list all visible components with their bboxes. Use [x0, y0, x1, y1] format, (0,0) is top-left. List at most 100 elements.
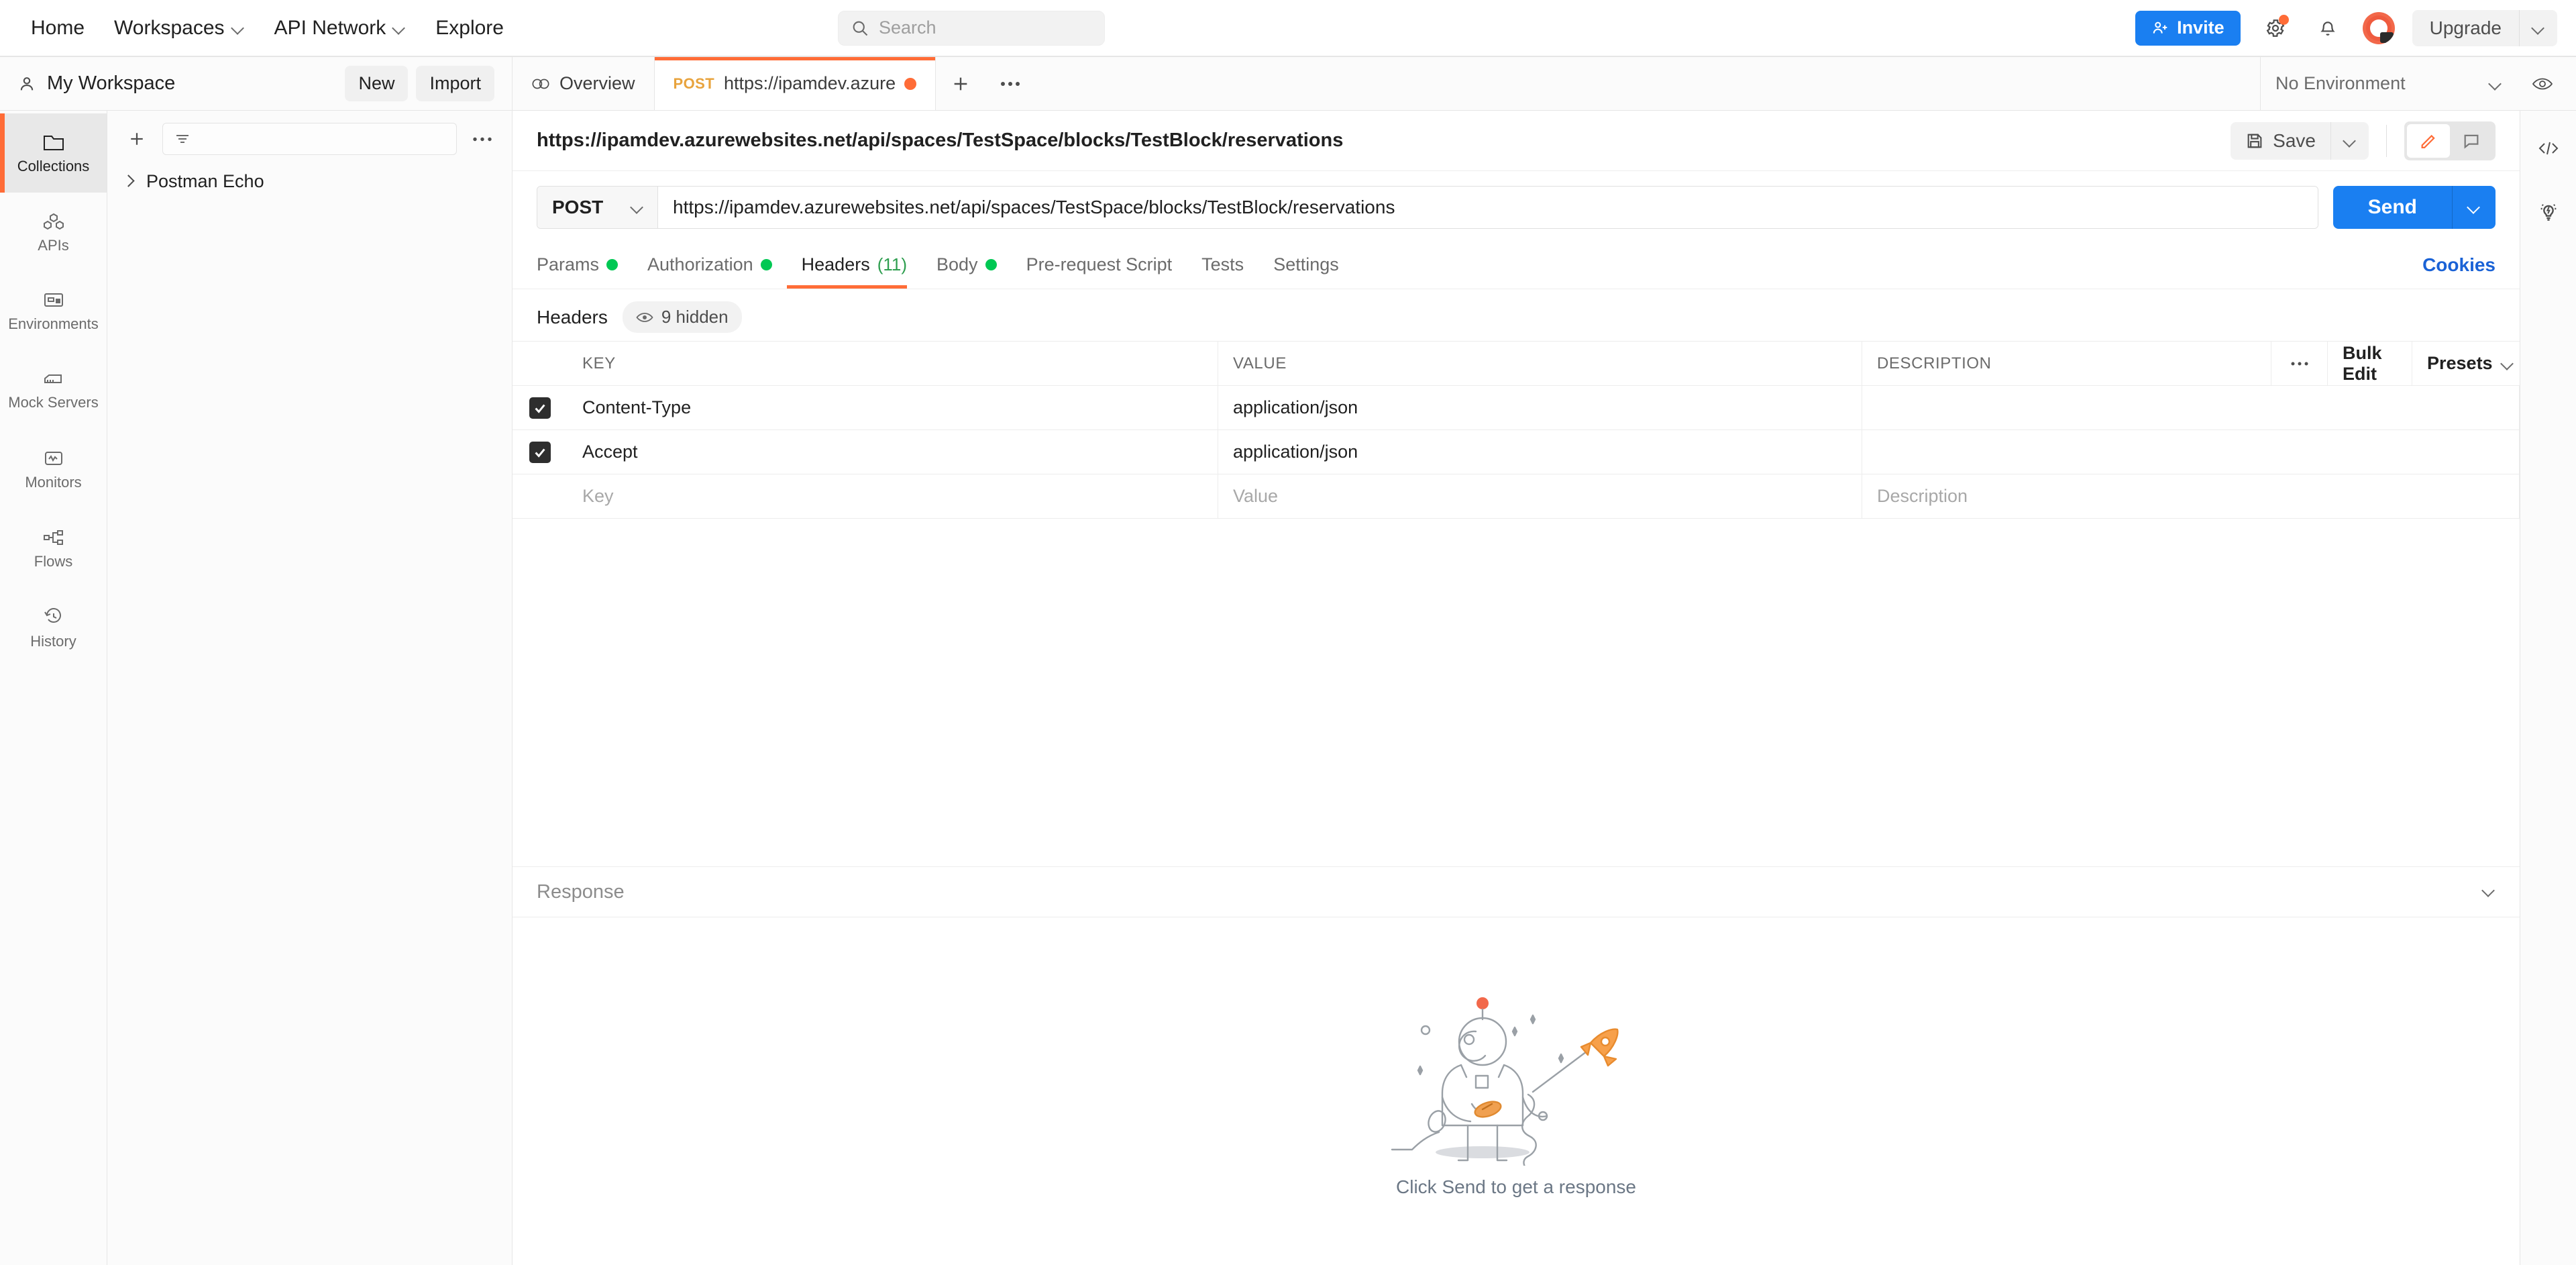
tab-count: (11) — [877, 254, 908, 274]
send-button[interactable]: Send — [2332, 186, 2453, 229]
sidebar-item-label: Flows — [34, 552, 73, 570]
comment-mode-button[interactable] — [2450, 124, 2493, 158]
workspace-name[interactable]: My Workspace — [47, 72, 175, 95]
sidebar-item-label: Monitors — [25, 473, 82, 491]
new-row-key-input[interactable]: Key — [568, 474, 1218, 518]
nav-item-home[interactable]: Home — [19, 9, 97, 48]
chevron-right-icon — [122, 176, 134, 188]
sidebar-item-mock-servers[interactable]: Mock Servers — [0, 351, 107, 430]
row-checkbox[interactable] — [529, 441, 551, 463]
environment-quick-look-button[interactable] — [2516, 77, 2569, 91]
add-collection-button[interactable] — [122, 124, 152, 154]
tab-headers[interactable]: Headers (11) — [786, 241, 922, 289]
sidebar-item-apis[interactable]: APIs — [0, 193, 107, 272]
tab-params[interactable]: Params — [537, 241, 633, 289]
hidden-headers-toggle[interactable]: 9 hidden — [622, 301, 742, 333]
search-box[interactable] — [837, 10, 1105, 46]
sidebar-item-label: History — [30, 632, 76, 650]
sidebar-item-label: Collections — [17, 157, 90, 174]
tab-body[interactable]: Body — [922, 241, 1012, 289]
upgrade-dropdown-button[interactable] — [2520, 21, 2557, 35]
url-input[interactable] — [658, 187, 2318, 228]
monitors-icon — [43, 449, 64, 468]
code-snippet-button[interactable] — [2528, 128, 2569, 168]
response-collapse-button[interactable] — [2482, 884, 2496, 901]
user-avatar[interactable] — [2362, 11, 2395, 44]
new-tab-button[interactable] — [936, 57, 985, 110]
postbot-button[interactable] — [2528, 191, 2569, 232]
collection-item-postman-echo[interactable]: Postman Echo — [107, 162, 512, 201]
settings-gear-button[interactable] — [2258, 11, 2293, 46]
upgrade-button[interactable]: Upgrade — [2412, 9, 2520, 46]
sidebar-item-label: Mock Servers — [8, 393, 99, 411]
tab-overview[interactable]: Overview — [513, 57, 655, 110]
http-method-label: POST — [552, 197, 604, 217]
history-icon — [43, 607, 64, 627]
send-options-button[interactable] — [2453, 186, 2496, 229]
global-search-container — [837, 10, 1105, 46]
search-input[interactable] — [878, 17, 1092, 38]
bulk-edit-button[interactable]: Bulk Edit — [2328, 342, 2412, 385]
row-value[interactable]: application/json — [1218, 386, 1862, 429]
top-nav-items: Home Workspaces API Network Explore — [19, 9, 516, 48]
url-row: POST Send — [513, 171, 2520, 241]
invite-button[interactable]: Invite — [2135, 10, 2241, 46]
row-description[interactable] — [1862, 386, 2520, 429]
workspace-actions: New Import — [345, 66, 494, 101]
eye-icon — [636, 311, 653, 323]
new-button[interactable]: New — [345, 66, 409, 101]
notification-bell-button[interactable] — [2310, 11, 2345, 46]
presets-button[interactable]: Presets — [2412, 342, 2520, 385]
tab-settings[interactable]: Settings — [1258, 241, 1354, 289]
save-button[interactable]: Save — [2231, 121, 2331, 160]
collections-filter-input[interactable] — [162, 123, 457, 155]
chevron-down-icon — [2467, 201, 2481, 214]
row-description[interactable] — [1862, 430, 2520, 474]
new-row-description-input[interactable]: Description — [1862, 474, 2520, 518]
collections-panel: Postman Echo — [107, 111, 513, 1265]
sidebar-item-environments[interactable]: Environments — [0, 272, 107, 351]
person-add-icon — [2151, 19, 2169, 37]
new-row-value-input[interactable]: Value — [1218, 474, 1862, 518]
nav-item-api-network[interactable]: API Network — [262, 9, 419, 48]
tab-post-request[interactable]: POST https://ipamdev.azure — [654, 57, 936, 110]
nav-item-explore[interactable]: Explore — [423, 9, 516, 48]
chevron-down-icon — [2343, 134, 2357, 148]
nav-item-workspaces[interactable]: Workspaces — [102, 9, 257, 48]
comment-icon — [2464, 134, 2479, 149]
table-row: Content-Type application/json — [513, 386, 2520, 430]
row-key[interactable]: Accept — [568, 430, 1218, 474]
view-toggle-group — [2404, 121, 2496, 160]
row-value[interactable]: application/json — [1218, 430, 1862, 474]
request-tab-strip: Overview POST https://ipamdev.azure No E… — [513, 57, 2576, 110]
sidebar-item-history[interactable]: History — [0, 589, 107, 668]
import-button[interactable]: Import — [416, 66, 494, 101]
request-pane: https://ipamdev.azurewebsites.net/api/sp… — [513, 111, 2520, 1265]
tab-pre-request-script[interactable]: Pre-request Script — [1012, 241, 1187, 289]
row-key[interactable]: Content-Type — [568, 386, 1218, 429]
environment-selector[interactable]: No Environment — [2261, 57, 2516, 110]
response-empty-caption: Click Send to get a response — [1396, 1176, 1636, 1197]
save-dropdown-button[interactable] — [2331, 122, 2369, 160]
tab-authorization[interactable]: Authorization — [633, 241, 787, 289]
table-options-button[interactable] — [2271, 342, 2328, 385]
environment-area: No Environment — [2260, 57, 2576, 110]
tab-label: Settings — [1273, 254, 1339, 274]
nav-item-label: API Network — [274, 16, 386, 39]
save-button-label: Save — [2273, 130, 2316, 151]
divider — [2386, 124, 2387, 157]
sidebar-item-flows[interactable]: Flows — [0, 509, 107, 589]
header-checkbox-column — [513, 342, 568, 385]
workspace-header: My Workspace New Import — [0, 57, 513, 110]
tab-tests[interactable]: Tests — [1187, 241, 1258, 289]
collections-more-button[interactable] — [468, 124, 497, 154]
edit-mode-button[interactable] — [2407, 123, 2450, 158]
tab-method-label: POST — [673, 74, 715, 92]
row-checkbox[interactable] — [529, 397, 551, 419]
tab-options-button[interactable] — [985, 57, 1035, 110]
sidebar-item-monitors[interactable]: Monitors — [0, 430, 107, 509]
cookies-link[interactable]: Cookies — [2422, 254, 2496, 276]
upgrade-group: Upgrade — [2412, 9, 2557, 46]
sidebar-item-collections[interactable]: Collections — [0, 113, 107, 193]
http-method-selector[interactable]: POST — [537, 187, 658, 228]
